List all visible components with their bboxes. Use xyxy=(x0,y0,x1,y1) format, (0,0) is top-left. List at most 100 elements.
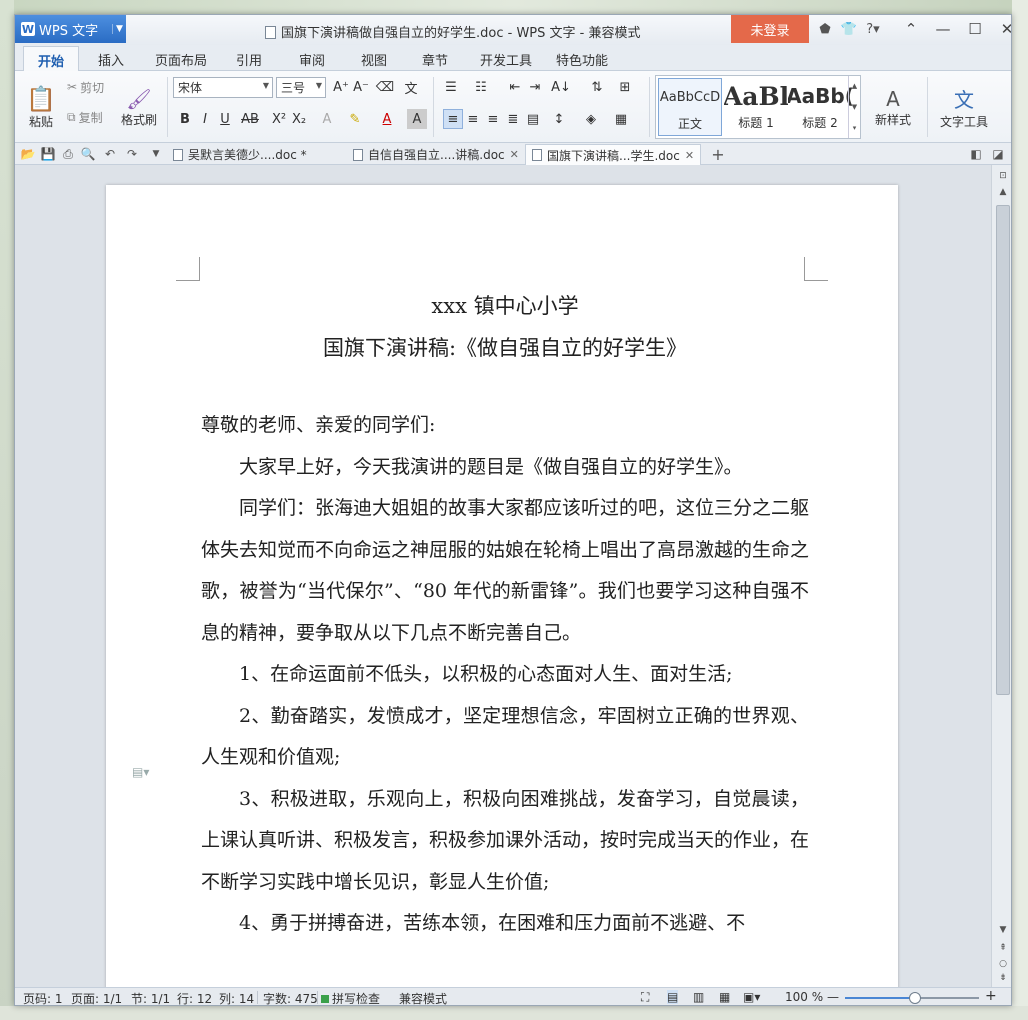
text-effect-icon[interactable]: A xyxy=(317,109,337,129)
zoom-level[interactable]: 100 % xyxy=(785,990,823,1004)
doc-tab[interactable]: 自信自强自立....讲稿.doc ✕ xyxy=(347,144,525,165)
document-body[interactable]: xxx 镇中心小学 国旗下演讲稿:《做自强自立的好学生》 尊敬的老师、亲爱的同学… xyxy=(201,285,809,945)
login-button[interactable]: 未登录 xyxy=(731,15,809,43)
decrease-indent-icon[interactable]: ⇤ xyxy=(505,77,525,97)
justify-icon[interactable]: ≣ xyxy=(503,109,523,129)
underline-icon[interactable]: U xyxy=(215,109,235,129)
font-size-select[interactable]: 三号 ▼ xyxy=(276,77,326,98)
zoom-slider-handle[interactable] xyxy=(909,992,921,1004)
close-tab-icon[interactable]: ✕ xyxy=(510,148,519,161)
style-normal[interactable]: AaBbCcD 正文 xyxy=(658,78,722,136)
highlight-icon[interactable]: ✎ xyxy=(345,109,365,129)
superscript-icon[interactable]: X² xyxy=(269,109,289,129)
copy-button[interactable]: ⧉ 复制 xyxy=(67,107,103,127)
status-word-count[interactable]: 字数: 475 xyxy=(263,990,318,1005)
minimize-button[interactable]: — xyxy=(927,17,959,41)
new-tab-icon[interactable]: + xyxy=(709,145,727,164)
align-right-icon[interactable]: ≡ xyxy=(483,109,503,129)
close-button[interactable]: ✕ xyxy=(991,17,1011,41)
open-folder-icon[interactable]: 📂 xyxy=(19,145,37,163)
tab-view[interactable]: 视图 xyxy=(361,50,387,69)
save-icon[interactable]: 💾 xyxy=(39,145,57,163)
bold-icon[interactable]: B xyxy=(175,109,195,129)
tab-page-layout[interactable]: 页面布局 xyxy=(155,50,207,69)
tab-insert[interactable]: 插入 xyxy=(98,50,124,69)
zoom-in-icon[interactable]: + xyxy=(985,988,997,1004)
tab-developer[interactable]: 开发工具 xyxy=(480,50,532,69)
redo-icon[interactable]: ↷ xyxy=(123,145,141,163)
grow-font-icon[interactable]: A⁺ xyxy=(331,77,351,97)
tab-home[interactable]: 开始 xyxy=(23,46,80,72)
web-view-icon[interactable]: ▥ xyxy=(693,990,704,1004)
new-style-button[interactable]: A 新样式 xyxy=(867,77,919,137)
format-painter-button[interactable]: 🖌 格式刷 xyxy=(117,77,161,137)
shading-bucket-icon[interactable]: ◈ xyxy=(581,109,601,129)
spell-check-toggle[interactable]: 拼写检查 xyxy=(321,990,380,1005)
app-menu-button[interactable]: W WPS 文字 ▼ xyxy=(15,15,126,43)
phonetic-guide-icon[interactable]: 文 xyxy=(401,77,421,97)
style-heading-1[interactable]: AaBl 标题 1 xyxy=(724,78,788,136)
italic-icon[interactable]: I xyxy=(195,109,215,129)
cloud-icon[interactable]: ⬟ xyxy=(815,19,835,39)
page-view-icon[interactable]: ⊡ xyxy=(995,169,1011,183)
tab-list-icon[interactable]: ◧ xyxy=(967,145,985,163)
skin-shirt-icon[interactable]: 👕 xyxy=(839,19,859,39)
paste-button[interactable]: 📋 粘贴 xyxy=(21,77,61,137)
tab-menu-icon[interactable]: ◪ xyxy=(989,145,1007,163)
cut-button[interactable]: ✂ 剪切 xyxy=(67,77,104,97)
scroll-down-icon[interactable]: ▼ xyxy=(995,923,1011,937)
table-icon[interactable]: ⊞ xyxy=(615,77,635,97)
tab-references[interactable]: 引用 xyxy=(236,50,262,69)
next-page-icon[interactable]: ⇟ xyxy=(995,971,1011,985)
align-left-icon[interactable]: ≡ xyxy=(443,109,463,129)
chevron-down-icon[interactable]: ▼ xyxy=(147,145,165,163)
char-shading-icon[interactable]: A xyxy=(407,109,427,129)
collapse-ribbon-icon[interactable]: ⌃ xyxy=(895,17,927,41)
print-preview-icon[interactable]: 🔍 xyxy=(79,145,97,163)
select-browse-icon[interactable]: ○ xyxy=(995,957,1011,971)
align-center-icon[interactable]: ≡ xyxy=(463,109,483,129)
gallery-scroll[interactable]: ▲ ▼ ▾ xyxy=(848,76,860,138)
scroll-thumb[interactable] xyxy=(996,205,1010,695)
chevron-down-icon[interactable]: ▼ xyxy=(852,103,857,111)
subscript-icon[interactable]: X₂ xyxy=(289,109,309,129)
tab-review[interactable]: 审阅 xyxy=(299,50,325,69)
reading-view-icon[interactable]: ▣▾ xyxy=(743,990,760,1004)
zoom-out-icon[interactable]: — xyxy=(827,990,839,1004)
doc-tab[interactable]: 吴默言美德少....doc * xyxy=(167,144,313,165)
sort-icon[interactable]: ⇅ xyxy=(587,77,607,97)
paragraph-options-icon[interactable]: ▤▾ xyxy=(132,765,149,779)
undo-icon[interactable]: ↶ xyxy=(101,145,119,163)
document-page[interactable]: xxx 镇中心小学 国旗下演讲稿:《做自强自立的好学生》 尊敬的老师、亲爱的同学… xyxy=(106,185,898,987)
text-tools-button[interactable]: 文 文字工具 xyxy=(933,77,995,137)
full-screen-icon[interactable]: ⛶ xyxy=(641,990,649,1005)
page-view-mode-icon[interactable]: ▤ xyxy=(667,990,679,1004)
help-icon[interactable]: ?▾ xyxy=(863,19,883,39)
zoom-slider[interactable] xyxy=(845,992,979,1004)
line-spacing-icon[interactable]: ↕ xyxy=(549,109,569,129)
chevron-up-icon[interactable]: ▲ xyxy=(852,82,857,90)
distribute-icon[interactable]: ▤ xyxy=(523,109,543,129)
font-color-icon[interactable]: A xyxy=(377,109,397,129)
tab-chapter[interactable]: 章节 xyxy=(422,50,448,69)
increase-indent-icon[interactable]: ⇥ xyxy=(525,77,545,97)
clear-format-icon[interactable]: ⌫ xyxy=(375,77,395,97)
bullets-icon[interactable]: ☰ xyxy=(441,77,461,97)
print-icon[interactable]: ⎙ xyxy=(59,145,77,163)
font-name-select[interactable]: 宋体 ▼ xyxy=(173,77,273,98)
tab-special-features[interactable]: 特色功能 xyxy=(556,50,608,69)
style-heading-2[interactable]: AaBb( 标题 2 xyxy=(788,78,852,136)
shrink-font-icon[interactable]: A⁻ xyxy=(351,77,371,97)
borders-icon[interactable]: ▦ xyxy=(611,109,631,129)
doc-tab-active[interactable]: 国旗下演讲稿...学生.doc ✕ xyxy=(525,144,702,165)
close-tab-icon[interactable]: ✕ xyxy=(685,149,694,162)
maximize-button[interactable]: ☐ xyxy=(959,17,991,41)
outline-view-icon[interactable]: ▦ xyxy=(719,990,730,1004)
numbering-icon[interactable]: ☷ xyxy=(471,77,491,97)
strikethrough-icon[interactable]: AB xyxy=(240,109,260,129)
expand-gallery-icon[interactable]: ▾ xyxy=(853,124,857,132)
scroll-up-icon[interactable]: ▲ xyxy=(995,185,1011,199)
vertical-scrollbar[interactable]: ⊡ ▲ ▼ ⇞ ○ ⇟ xyxy=(991,165,1011,987)
text-direction-icon[interactable]: A↓ xyxy=(551,77,571,97)
prev-page-icon[interactable]: ⇞ xyxy=(995,941,1011,955)
